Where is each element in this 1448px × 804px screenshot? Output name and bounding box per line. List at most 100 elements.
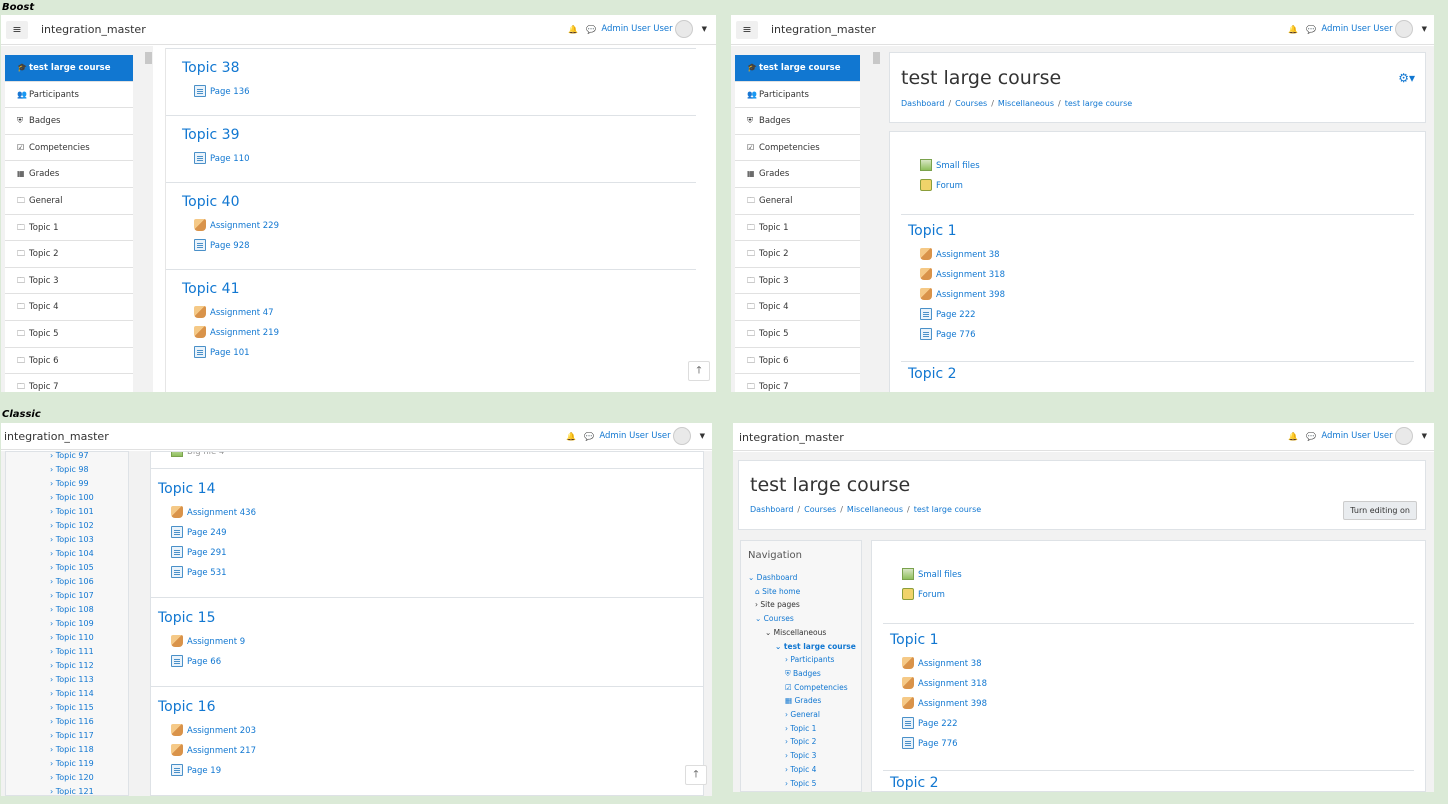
activity-link[interactable]: Assignment 9 <box>158 632 703 652</box>
activity-label[interactable]: Small files <box>936 161 980 171</box>
nav-topic-113[interactable]: › Topic 113 <box>50 675 94 684</box>
activity-link[interactable]: Page 928 <box>182 236 696 256</box>
drawer-item-participants[interactable]: 👥 Participants <box>5 82 133 109</box>
activity-link[interactable]: Page 19 <box>158 761 703 781</box>
nav-item-label[interactable]: Site pages <box>760 600 799 609</box>
section-title[interactable]: Topic 39 <box>182 127 696 143</box>
drawer-item-competencies[interactable]: ☑ Competencies <box>5 135 133 162</box>
breadcrumb-item[interactable]: Miscellaneous <box>998 99 1054 108</box>
nav-topic-97[interactable]: › Topic 97 <box>50 452 89 460</box>
activity-link[interactable]: Assignment 318 <box>890 674 1425 694</box>
site-name[interactable]: integration_master <box>771 23 876 36</box>
nav-item-dashboard[interactable]: ⌄ Dashboard <box>748 573 797 582</box>
drawer-item-topic-7[interactable]: 🗀 Topic 7 <box>5 374 133 392</box>
activity-label[interactable]: Forum <box>936 181 963 191</box>
nav-topic-108[interactable]: › Topic 108 <box>50 605 94 614</box>
section-title[interactable]: Topic 1 <box>890 632 1425 648</box>
activity-label[interactable]: Assignment 217 <box>187 746 256 756</box>
site-name[interactable]: integration_master <box>41 23 146 36</box>
drawer-item-grades[interactable]: ▦ Grades <box>5 161 133 188</box>
drawer-item-topic-5[interactable]: 🗀 Topic 5 <box>735 321 860 348</box>
section-title[interactable]: Topic 2 <box>872 775 1425 791</box>
drawer-item-topic-1[interactable]: 🗀 Topic 1 <box>5 215 133 242</box>
activity-label[interactable]: Assignment 398 <box>918 699 987 709</box>
nav-topic-104[interactable]: › Topic 104 <box>50 549 94 558</box>
activity-link[interactable]: Assignment 229 <box>182 216 696 236</box>
section-title[interactable]: Topic 15 <box>158 610 703 626</box>
chevron-down-icon[interactable]: ▼ <box>700 432 705 440</box>
activity-label[interactable]: Page 136 <box>210 87 250 97</box>
chat-icon[interactable]: 💬 <box>584 432 594 441</box>
activity-link[interactable]: Page 222 <box>890 714 1425 734</box>
nav-topic-118[interactable]: › Topic 118 <box>50 745 94 754</box>
nav-topic-117[interactable]: › Topic 117 <box>50 731 94 740</box>
nav-item-topic-2[interactable]: › Topic 2 <box>785 737 816 746</box>
activity-label[interactable]: Assignment 219 <box>210 328 279 338</box>
nav-item-label[interactable]: Topic 5 <box>790 779 816 788</box>
chevron-down-icon[interactable]: ▼ <box>1422 432 1427 440</box>
activity-label[interactable]: Assignment 229 <box>210 221 279 231</box>
activity-label[interactable]: Page 66 <box>187 657 221 667</box>
drawer-item-topic-4[interactable]: 🗀 Topic 4 <box>5 294 133 321</box>
nav-item-topic-5[interactable]: › Topic 5 <box>785 779 816 788</box>
drawer-item-participants[interactable]: 👥 Participants <box>735 82 860 109</box>
nav-item-competencies[interactable]: ☑ Competencies <box>785 683 848 692</box>
nav-item-grades[interactable]: ▦ Grades <box>785 696 821 705</box>
drawer-item-competencies[interactable]: ☑ Competencies <box>735 135 860 162</box>
nav-topic-110[interactable]: › Topic 110 <box>50 633 94 642</box>
user-menu[interactable]: 🔔 💬 Admin User User ▼ <box>1288 20 1427 40</box>
activity-link[interactable]: Page 291 <box>158 543 703 563</box>
drawer-item-test-large-course[interactable]: 🎓 test large course <box>735 55 860 82</box>
nav-topic-109[interactable]: › Topic 109 <box>50 619 94 628</box>
activity-link[interactable]: Page 222 <box>908 305 1425 325</box>
nav-item-miscellaneous[interactable]: ⌄ Miscellaneous <box>765 628 826 637</box>
nav-item-courses[interactable]: ⌄ Courses <box>755 614 794 623</box>
section-title[interactable]: Topic 2 <box>890 366 1425 382</box>
section-title[interactable]: Topic 38 <box>182 60 696 76</box>
activity-link[interactable]: Assignment 38 <box>908 245 1425 265</box>
nav-topic-112[interactable]: › Topic 112 <box>50 661 94 670</box>
chat-icon[interactable]: 💬 <box>586 25 596 34</box>
activity-link[interactable]: Page 776 <box>908 325 1425 345</box>
nav-topic-121[interactable]: › Topic 121 <box>50 787 94 795</box>
activity-link[interactable]: Assignment 318 <box>908 265 1425 285</box>
nav-item-topic-4[interactable]: › Topic 4 <box>785 765 816 774</box>
drawer-item-topic-7[interactable]: 🗀 Topic 7 <box>735 374 860 392</box>
activity-link[interactable]: Forum <box>902 585 1425 605</box>
nav-item-participants[interactable]: › Participants <box>785 655 834 664</box>
drawer-item-topic-6[interactable]: 🗀 Topic 6 <box>5 348 133 375</box>
activity-link[interactable]: Small files <box>902 565 1425 585</box>
activity-link[interactable]: Page 66 <box>158 652 703 672</box>
activity-link[interactable]: Page 249 <box>158 523 703 543</box>
avatar[interactable] <box>672 427 691 445</box>
activity-label[interactable]: Page 531 <box>187 568 227 578</box>
hamburger-icon[interactable]: ≡ <box>6 21 28 39</box>
activity-label[interactable]: Assignment 38 <box>936 250 1000 260</box>
nav-item-label[interactable]: Topic 3 <box>790 751 816 760</box>
user-name[interactable]: Admin User User <box>1321 24 1392 34</box>
drawer-scrollbar[interactable] <box>873 48 880 392</box>
activity-label[interactable]: Assignment 9 <box>187 637 245 647</box>
section-title[interactable]: Topic 1 <box>908 223 1425 239</box>
nav-topic-100[interactable]: › Topic 100 <box>50 493 94 502</box>
breadcrumb-item[interactable]: test large course <box>1065 99 1132 108</box>
bell-icon[interactable]: 🔔 <box>566 432 576 441</box>
activity-label[interactable]: Page 776 <box>918 739 958 749</box>
nav-topic-106[interactable]: › Topic 106 <box>50 577 94 586</box>
nav-item-site-home[interactable]: ⌂ Site home <box>755 587 800 596</box>
arrow-up-icon[interactable]: 🡑 <box>685 765 707 785</box>
activity-label[interactable]: Small files <box>918 570 962 580</box>
nav-item-label[interactable]: Dashboard <box>757 573 798 582</box>
activity-label[interactable]: Page 101 <box>210 348 250 358</box>
nav-topic-120[interactable]: › Topic 120 <box>50 773 94 782</box>
activity-link[interactable]: Assignment 38 <box>890 654 1425 674</box>
activity-label[interactable]: Page 222 <box>918 719 958 729</box>
activity-link[interactable]: Page 531 <box>158 563 703 583</box>
breadcrumb-item[interactable]: Dashboard <box>901 99 944 108</box>
nav-topic-116[interactable]: › Topic 116 <box>50 717 94 726</box>
activity-label[interactable]: Page 19 <box>187 766 221 776</box>
drawer-item-topic-2[interactable]: 🗀 Topic 2 <box>5 241 133 268</box>
nav-topic-102[interactable]: › Topic 102 <box>50 521 94 530</box>
user-menu[interactable]: 🔔 💬 Admin User User ▼ <box>1288 427 1427 447</box>
section-title[interactable]: Topic 14 <box>158 481 703 497</box>
